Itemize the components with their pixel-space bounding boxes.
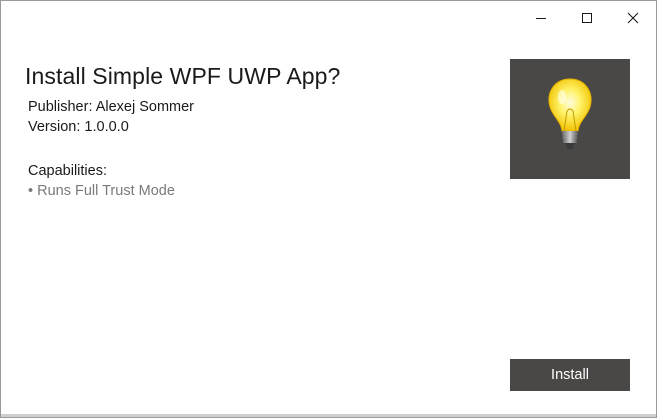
install-title: Install Simple WPF UWP App? bbox=[25, 63, 341, 89]
app-logo bbox=[510, 59, 630, 179]
version-text: Version: 1.0.0.0 bbox=[28, 119, 129, 135]
minimize-icon bbox=[536, 18, 546, 19]
install-button[interactable]: Install bbox=[510, 359, 630, 391]
capabilities-list: • Runs Full Trust Mode bbox=[28, 183, 175, 199]
maximize-button[interactable] bbox=[564, 1, 610, 35]
publisher-text: Publisher: Alexej Sommer bbox=[28, 99, 195, 115]
title-bar bbox=[518, 1, 656, 35]
close-button[interactable] bbox=[610, 1, 656, 35]
capabilities-heading: Capabilities: bbox=[28, 163, 107, 179]
minimize-button[interactable] bbox=[518, 1, 564, 35]
maximize-icon bbox=[582, 13, 592, 23]
capability-item: • Runs Full Trust Mode bbox=[28, 183, 175, 199]
lightbulb-icon bbox=[548, 78, 592, 149]
close-icon bbox=[627, 12, 639, 24]
installer-window: Install Simple WPF UWP App? Publisher: A… bbox=[0, 0, 657, 418]
